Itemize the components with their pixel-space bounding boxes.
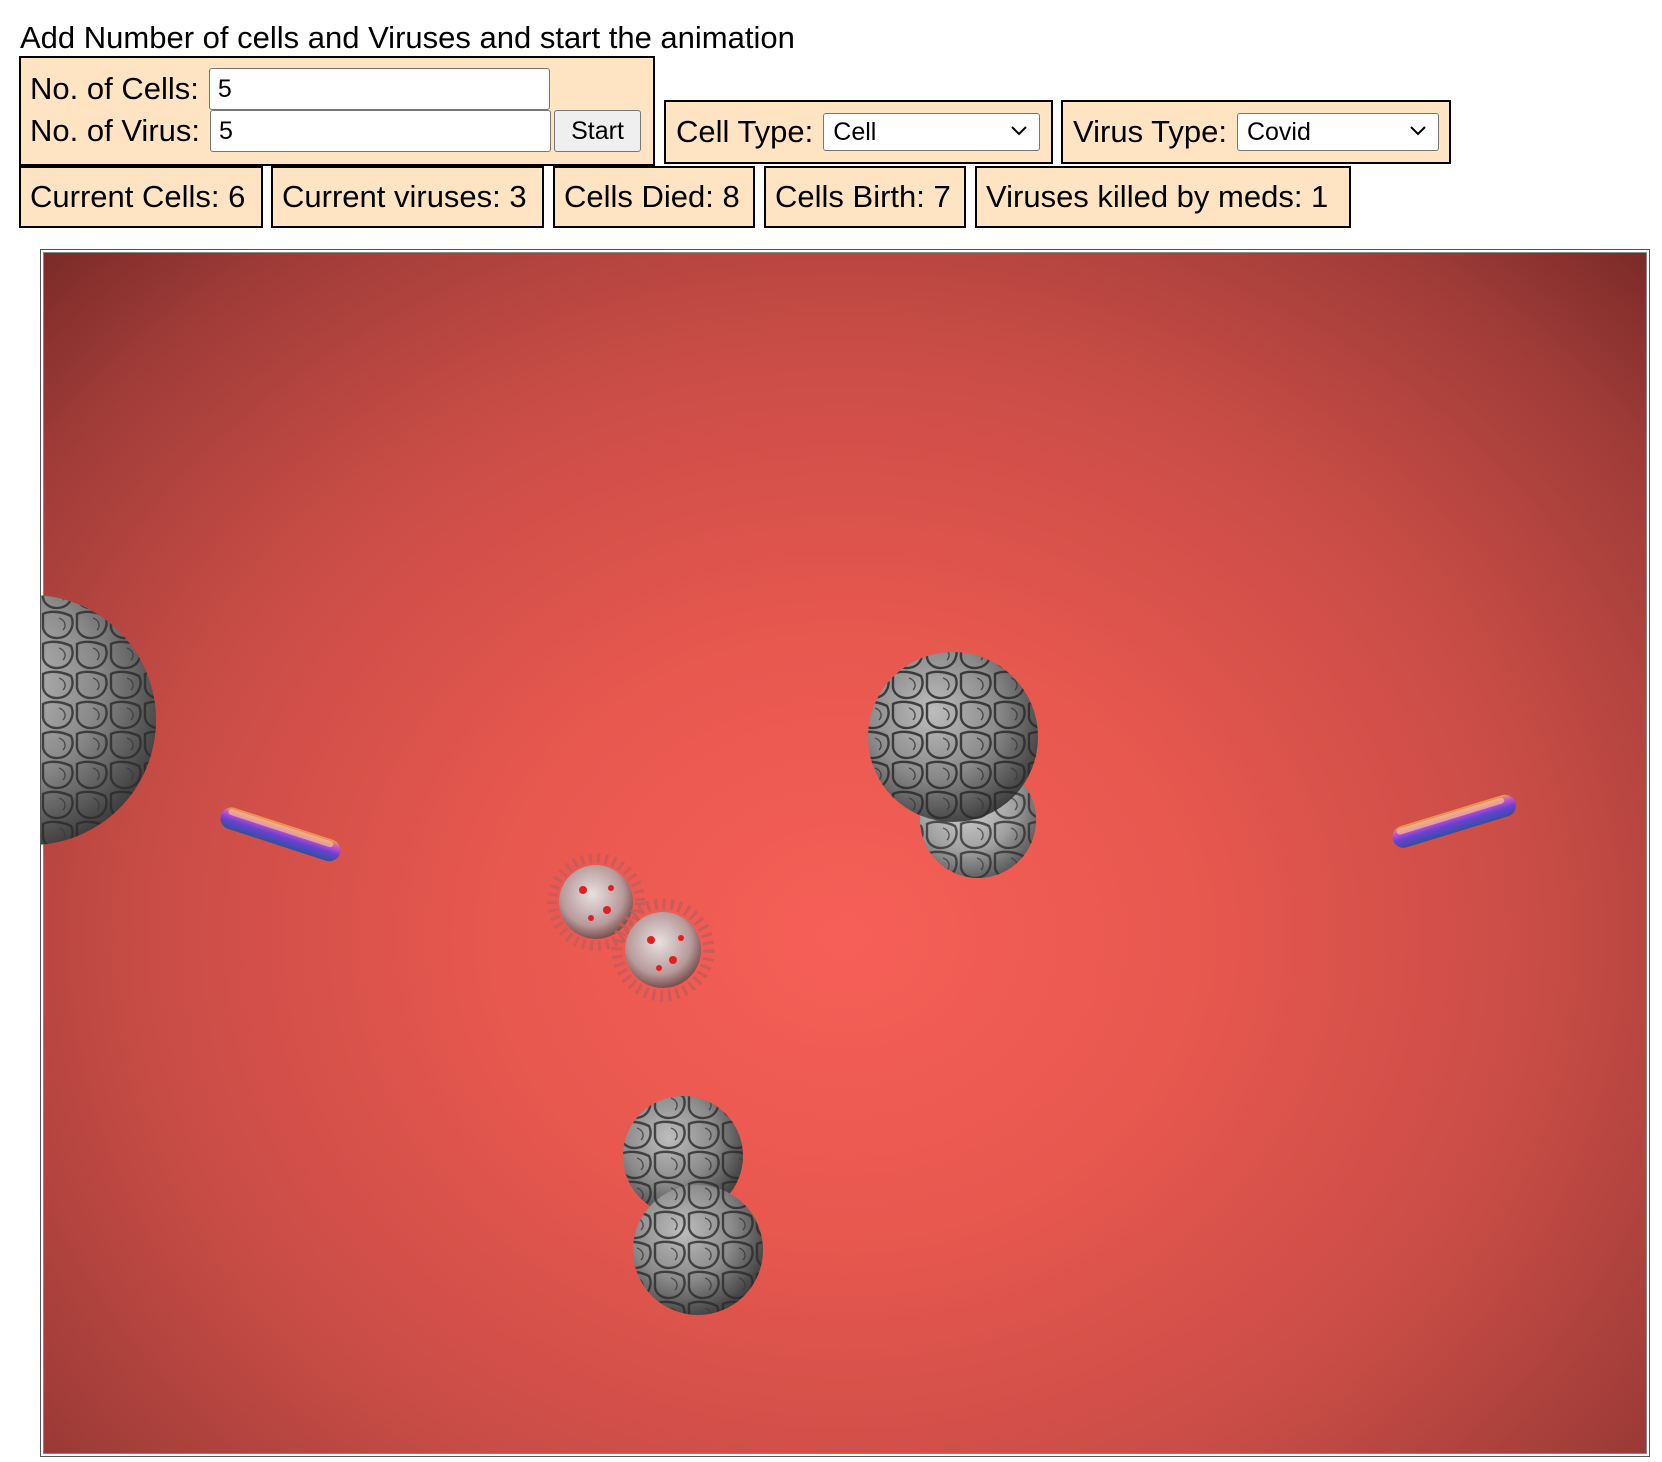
virus-type-panel: Virus Type: Covid	[1061, 100, 1451, 164]
cell-type-label: Cell Type:	[676, 114, 814, 149]
virus	[547, 853, 645, 951]
virus-type-select[interactable]: Covid	[1236, 113, 1439, 151]
animation-canvas[interactable]	[40, 249, 1650, 1457]
med-capsule	[1392, 794, 1516, 848]
scene-svg	[41, 595, 1516, 1315]
cell-type-value: Cell	[833, 118, 877, 146]
cell-sphere	[633, 1185, 763, 1315]
cell-type-select[interactable]: Cell	[823, 113, 1041, 151]
chevron-down-icon	[1011, 126, 1027, 136]
virus-label: No. of Virus:	[30, 113, 201, 148]
cells-count-input[interactable]	[208, 68, 550, 110]
cells-row: No. of Cells:	[30, 68, 550, 110]
current-viruses-stat: Current viruses: 3	[271, 166, 544, 228]
chevron-down-icon	[1410, 126, 1426, 136]
virus-count-input[interactable]	[210, 110, 552, 152]
inputs-panel: No. of Cells: No. of Virus: Start	[19, 56, 655, 166]
instructions-text: Add Number of cells and Viruses and star…	[20, 20, 795, 55]
cell-sphere	[868, 652, 1038, 822]
virus-type-value: Covid	[1246, 118, 1311, 146]
cells-died-stat: Cells Died: 8	[553, 166, 755, 228]
virus	[611, 898, 715, 1002]
cells-label: No. of Cells:	[30, 71, 199, 106]
current-cells-stat: Current Cells: 6	[19, 166, 263, 228]
cell-type-panel: Cell Type: Cell	[664, 100, 1053, 164]
virus-type-label: Virus Type:	[1073, 114, 1227, 149]
cell-sphere	[41, 595, 156, 845]
virus-row: No. of Virus: Start	[30, 110, 642, 152]
cells-birth-stat: Cells Birth: 7	[764, 166, 966, 228]
med-capsule	[220, 807, 341, 862]
viruses-killed-stat: Viruses killed by meds: 1	[975, 166, 1351, 228]
start-button[interactable]: Start	[554, 110, 642, 152]
